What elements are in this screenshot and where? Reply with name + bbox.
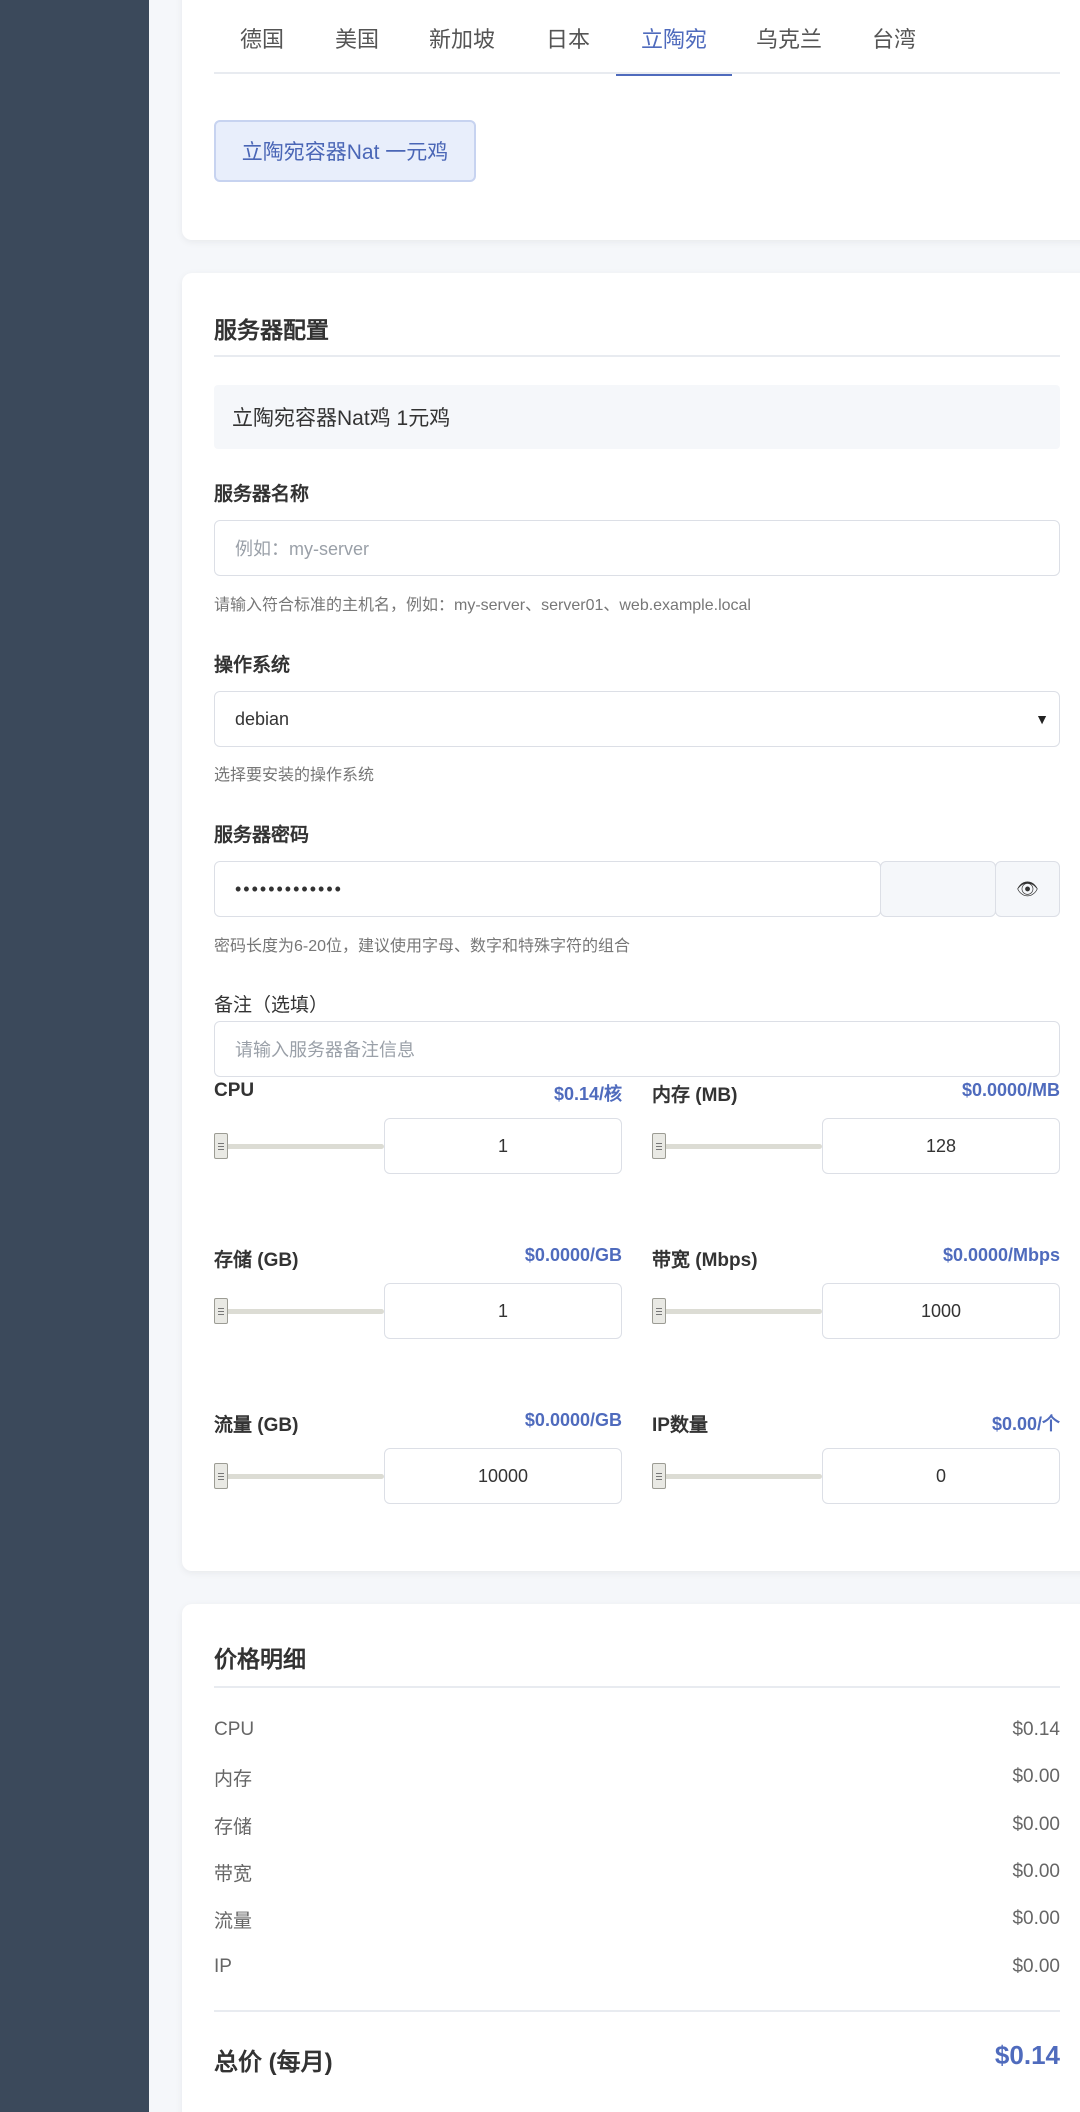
memory-input[interactable]: 128 bbox=[822, 1118, 1060, 1174]
config-divider bbox=[214, 355, 1060, 357]
price-row-value: $0.00 bbox=[1012, 1861, 1060, 1882]
price-divider bbox=[214, 1686, 1060, 1688]
note-label: 备注（选填） bbox=[214, 995, 329, 1016]
resource-price: $0.0000/GB bbox=[524, 1245, 622, 1265]
resource-label: 带宽 (Mbps) bbox=[652, 1250, 758, 1271]
price-row-storage: 存储 $0.00 bbox=[214, 1810, 1060, 1840]
region-card: 德国 美国 新加坡 日本 立陶宛 乌克兰 台湾 立陶宛容器Nat 一元鸡 bbox=[182, 0, 1080, 240]
bandwidth-slider[interactable] bbox=[652, 1283, 822, 1339]
tab-taiwan[interactable]: 台湾 bbox=[846, 2, 942, 74]
cpu-input[interactable]: 1 bbox=[384, 1118, 622, 1174]
price-row-value: $0.14 bbox=[1012, 1719, 1060, 1740]
server-name-label: 服务器名称 bbox=[214, 484, 310, 505]
server-name-hint: 请输入符合标准的主机名，例如：my-server、server01、web.ex… bbox=[214, 597, 751, 614]
resource-label: 流量 (GB) bbox=[214, 1415, 299, 1436]
total-value: $0.14 bbox=[994, 2040, 1060, 2070]
slider-thumb[interactable] bbox=[214, 1298, 228, 1324]
price-row-label: 存储 bbox=[214, 1816, 253, 1838]
slider-thumb[interactable] bbox=[214, 1133, 228, 1159]
resource-price: $0.00/个 bbox=[991, 1414, 1060, 1434]
price-row-bandwidth: 带宽 $0.00 bbox=[214, 1857, 1060, 1887]
resource-price: $0.0000/MB bbox=[961, 1080, 1060, 1100]
resource-price: $0.0000/Mbps bbox=[942, 1245, 1060, 1265]
os-hint: 选择要安装的操作系统 bbox=[214, 767, 375, 784]
slider-track bbox=[214, 1309, 384, 1314]
ip-input[interactable]: 0 bbox=[822, 1448, 1060, 1504]
traffic-input[interactable]: 10000 bbox=[384, 1448, 622, 1504]
resource-ip: IP数量 $0.00/个 0 bbox=[652, 1410, 1060, 1504]
price-row-label: 内存 bbox=[214, 1768, 253, 1790]
resource-label: 存储 (GB) bbox=[214, 1250, 299, 1271]
price-row-value: $0.00 bbox=[1012, 1956, 1060, 1977]
slider-thumb[interactable] bbox=[652, 1133, 666, 1159]
total-label: 总价 (每月) bbox=[214, 2049, 333, 2076]
storage-input[interactable]: 1 bbox=[384, 1283, 622, 1339]
price-row-memory: 内存 $0.00 bbox=[214, 1762, 1060, 1792]
password-label: 服务器密码 bbox=[214, 825, 310, 846]
resource-storage: 存储 (GB) $0.0000/GB 1 bbox=[214, 1245, 622, 1339]
slider-thumb[interactable] bbox=[652, 1298, 666, 1324]
price-title: 价格明细 bbox=[214, 1646, 306, 1672]
os-select[interactable]: debian ▼ bbox=[214, 691, 1060, 747]
price-row-value: $0.00 bbox=[1012, 1814, 1060, 1835]
note-input[interactable]: 请输入服务器备注信息 bbox=[214, 1021, 1060, 1077]
os-label: 操作系统 bbox=[214, 655, 291, 676]
slider-track bbox=[652, 1309, 822, 1314]
tab-germany[interactable]: 德国 bbox=[214, 2, 310, 74]
tab-ukraine[interactable]: 乌克兰 bbox=[732, 2, 846, 74]
resource-memory: 内存 (MB) $0.0000/MB 128 bbox=[652, 1080, 1060, 1174]
ip-slider[interactable] bbox=[652, 1448, 822, 1504]
slider-track bbox=[214, 1144, 384, 1149]
resource-price: $0.14/核 bbox=[553, 1084, 622, 1104]
sidebar bbox=[0, 0, 149, 2112]
total-divider bbox=[214, 2010, 1060, 2012]
generate-password-button[interactable] bbox=[880, 861, 996, 917]
price-row-traffic: 流量 $0.00 bbox=[214, 1904, 1060, 1934]
resource-bandwidth: 带宽 (Mbps) $0.0000/Mbps 1000 bbox=[652, 1245, 1060, 1339]
resource-label: 内存 (MB) bbox=[652, 1085, 738, 1106]
server-name-input[interactable]: 例如：my-server bbox=[214, 520, 1060, 576]
password-input[interactable]: ••••••••••••• bbox=[214, 861, 881, 917]
price-row-label: 带宽 bbox=[214, 1863, 253, 1885]
price-row-value: $0.00 bbox=[1012, 1908, 1060, 1929]
slider-track bbox=[214, 1474, 384, 1479]
plan-option-button[interactable]: 立陶宛容器Nat 一元鸡 bbox=[214, 120, 476, 182]
slider-track bbox=[652, 1144, 822, 1149]
resource-traffic: 流量 (GB) $0.0000/GB 10000 bbox=[214, 1410, 622, 1504]
password-hint: 密码长度为6-20位，建议使用字母、数字和特殊字符的组合 bbox=[214, 938, 631, 955]
resource-cpu: CPU $0.14/核 1 bbox=[214, 1080, 622, 1174]
caret-down-icon: ▼ bbox=[1035, 711, 1049, 727]
price-card: 价格明细 CPU $0.14 内存 $0.00 存储 $0.00 带宽 $0.0… bbox=[182, 1604, 1080, 2112]
resource-price: $0.0000/GB bbox=[524, 1410, 622, 1430]
slider-track bbox=[652, 1474, 822, 1479]
price-row-label: CPU bbox=[214, 1719, 255, 1740]
region-tabs: 德国 美国 新加坡 日本 立陶宛 乌克兰 台湾 bbox=[214, 2, 1060, 76]
config-title: 服务器配置 bbox=[214, 317, 329, 343]
os-select-value: debian bbox=[235, 708, 290, 729]
tab-japan[interactable]: 日本 bbox=[520, 2, 616, 74]
tab-singapore[interactable]: 新加坡 bbox=[404, 2, 520, 74]
slider-thumb[interactable] bbox=[214, 1463, 228, 1489]
memory-slider[interactable] bbox=[652, 1118, 822, 1174]
tab-lithuania[interactable]: 立陶宛 bbox=[616, 2, 732, 76]
price-row-cpu: CPU $0.14 bbox=[214, 1715, 1060, 1745]
price-row-ip: IP $0.00 bbox=[214, 1952, 1060, 1982]
cpu-slider[interactable] bbox=[214, 1118, 384, 1174]
resource-label: CPU bbox=[214, 1080, 255, 1101]
selected-plan: 立陶宛容器Nat鸡 1元鸡 bbox=[214, 385, 1060, 449]
server-config-card: 服务器配置 立陶宛容器Nat鸡 1元鸡 服务器名称 例如：my-server 请… bbox=[182, 273, 1080, 1571]
price-row-label: 流量 bbox=[214, 1910, 253, 1932]
tab-usa[interactable]: 美国 bbox=[310, 2, 404, 74]
traffic-slider[interactable] bbox=[214, 1448, 384, 1504]
storage-slider[interactable] bbox=[214, 1283, 384, 1339]
price-row-value: $0.00 bbox=[1012, 1766, 1060, 1787]
slider-thumb[interactable] bbox=[652, 1463, 666, 1489]
price-row-label: IP bbox=[214, 1956, 232, 1977]
resource-label: IP数量 bbox=[652, 1415, 708, 1436]
toggle-password-button[interactable]: 👁 bbox=[995, 861, 1060, 917]
eye-icon: 👁 bbox=[1016, 878, 1039, 899]
bandwidth-input[interactable]: 1000 bbox=[822, 1283, 1060, 1339]
